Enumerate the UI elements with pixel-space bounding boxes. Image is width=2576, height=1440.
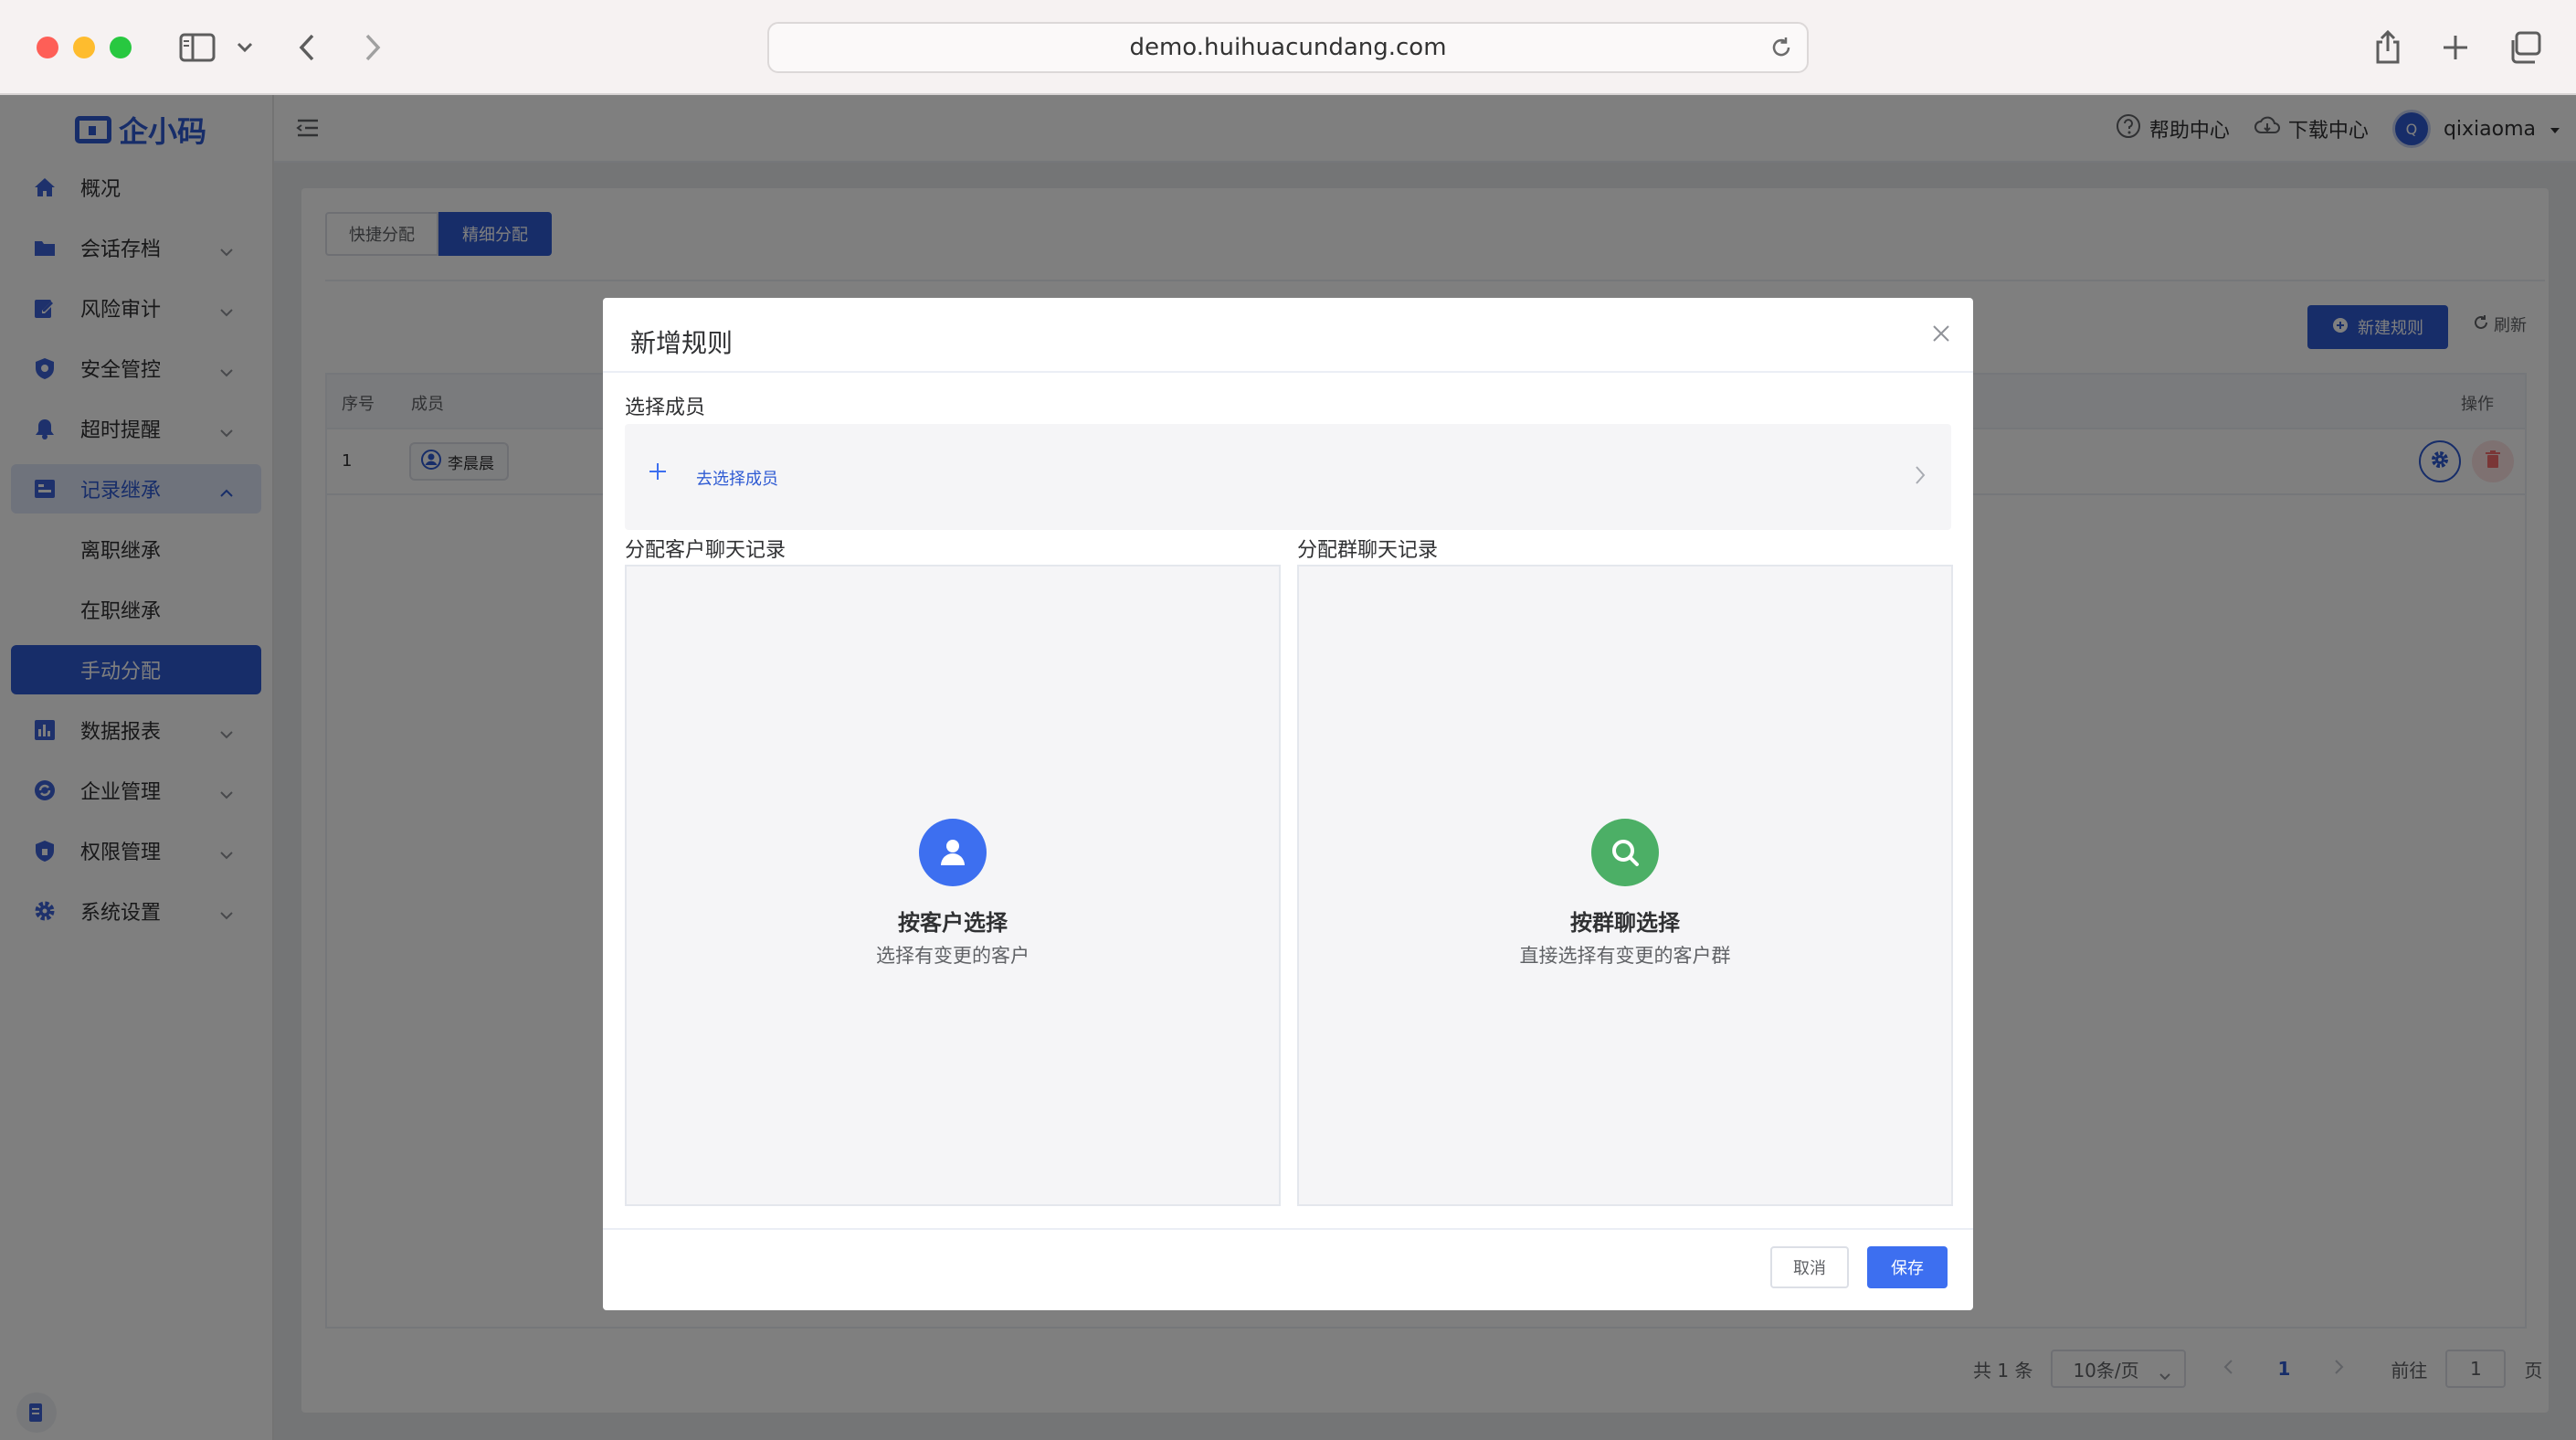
sidebar-toggle-icon[interactable] xyxy=(177,27,217,68)
select-by-group-card[interactable]: 按群聊选择 直接选择有变更的客户群 xyxy=(1297,565,1953,1206)
customer-card-desc: 选择有变更的客户 xyxy=(876,945,1029,967)
dialog-footer: 取消 保存 xyxy=(603,1228,1973,1310)
customer-section-label: 分配客户聊天记录 xyxy=(625,539,787,562)
select-member-link: 去选择成员 xyxy=(696,470,778,489)
new-rule-dialog: 新增规则 选择成员 去选择成员 分配客户聊天记录 分配群聊天记录 按客户选择 选… xyxy=(603,298,1973,1310)
forward-arrow-icon[interactable] xyxy=(358,27,387,68)
chevron-down-icon[interactable] xyxy=(234,27,256,68)
user-icon xyxy=(919,819,987,886)
plus-icon xyxy=(647,461,669,486)
new-tab-icon[interactable] xyxy=(2437,27,2474,68)
group-section-label: 分配群聊天记录 xyxy=(1297,539,1439,562)
select-member-picker[interactable]: 去选择成员 xyxy=(625,424,1951,530)
back-arrow-icon[interactable] xyxy=(292,27,322,68)
window-minimize-button[interactable] xyxy=(73,37,95,58)
cancel-button[interactable]: 取消 xyxy=(1770,1246,1849,1288)
save-button[interactable]: 保存 xyxy=(1867,1246,1948,1288)
search-icon xyxy=(1591,819,1659,886)
window-close-button[interactable] xyxy=(37,37,58,58)
group-card-desc: 直接选择有变更的客户群 xyxy=(1519,945,1731,967)
address-bar[interactable]: demo.huihuacundang.com xyxy=(767,22,1809,73)
dialog-header: 新增规则 xyxy=(603,298,1973,373)
window-zoom-button[interactable] xyxy=(110,37,132,58)
share-icon[interactable] xyxy=(2370,27,2406,68)
url-text: demo.huihuacundang.com xyxy=(1129,34,1447,61)
tab-overview-icon[interactable] xyxy=(2505,27,2545,68)
customer-card-title: 按客户选择 xyxy=(898,910,1008,936)
chevron-right-icon xyxy=(1913,462,1927,492)
select-member-label: 选择成员 xyxy=(625,397,706,419)
reload-icon[interactable] xyxy=(1768,35,1794,67)
close-icon[interactable] xyxy=(1931,323,1951,347)
select-by-customer-card[interactable]: 按客户选择 选择有变更的客户 xyxy=(625,565,1281,1206)
dialog-title: 新增规则 xyxy=(630,328,734,358)
browser-chrome: demo.huihuacundang.com xyxy=(0,0,2576,95)
group-card-title: 按群聊选择 xyxy=(1570,910,1680,936)
